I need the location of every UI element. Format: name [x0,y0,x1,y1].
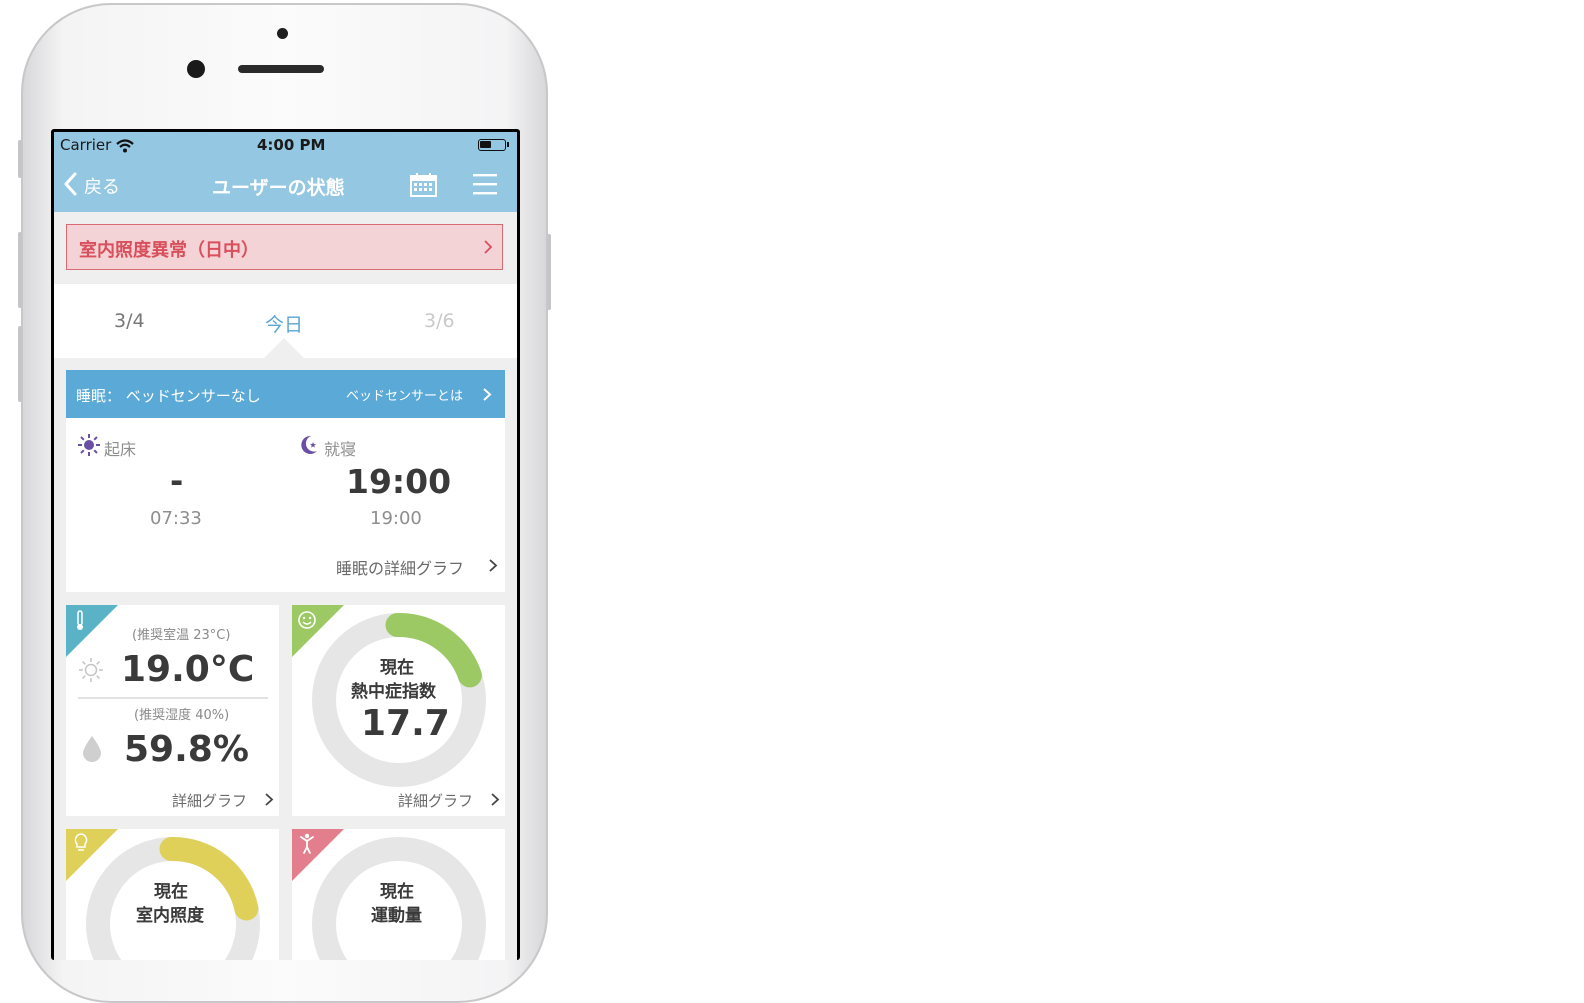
water-drop-icon [83,736,101,762]
top-bar: Carrier 4:00 PM 戻る ユーザーの状態 [54,132,517,212]
back-button[interactable]: 戻る [62,170,126,198]
corner-badge [66,605,118,657]
alert-text: 室内照度異常（日中） [79,240,259,261]
heat-detail-label: 詳細グラフ [398,792,474,810]
page-title: ユーザーの状態 [212,177,345,199]
wake-label: 起床 [104,440,137,459]
alert-banner[interactable]: 室内照度異常（日中） [66,224,503,270]
sun-outline-icon [79,658,103,682]
bed-sensor-info-link[interactable]: ベッドセンサーとは [344,382,494,406]
sleep-header: 睡眠： ベッドセンサーなし ベッドセンサーとは [66,370,505,418]
date-current[interactable]: 今日 [265,310,303,337]
light-line1: 現在 [154,882,188,902]
sleep-detail-link[interactable]: 睡眠の詳細グラフ [334,552,502,578]
mute-switch [18,140,22,178]
bed-value: 19:00 [346,462,452,501]
room-climate-card: (推奨室温 23°C) 19.0°C (推奨湿度 40%) 59.8% 詳細グラ… [66,605,279,816]
chevron-right-icon [483,388,492,401]
chevron-right-icon [491,793,500,806]
wifi-icon [116,139,134,153]
heat-line2: 熱中症指数 [351,682,436,702]
date-prev[interactable]: 3/4 [114,310,145,332]
battery-tip [507,142,509,147]
humidity-recommended-note: (推奨湿度 40%) [134,708,230,723]
volume-down-button [18,326,22,402]
temperature-value: 19.0°C [121,649,255,690]
heat-index-value: 17.7 [361,703,450,744]
earpiece-speaker [238,65,324,73]
activity-line2: 運動量 [371,906,422,926]
app-screen: Carrier 4:00 PM 戻る ユーザーの状態 室内照度異常（日中） 3/… [54,132,517,960]
moon-icon [301,435,317,454]
bed-sensor-info-label: ベッドセンサーとは [346,389,464,404]
calendar-icon[interactable] [410,172,437,197]
battery-icon [478,139,506,151]
current-date-pointer [263,338,305,359]
hamburger-menu-icon[interactable] [472,172,498,196]
temp-recommended-note: (推奨室温 23°C) [132,628,231,643]
clock-label: 4:00 PM [257,136,326,154]
chevron-right-icon [484,240,493,254]
bed-sub-value: 19:00 [370,508,422,529]
heat-detail-link[interactable]: 詳細グラフ [396,787,506,811]
chevron-right-icon [265,793,274,806]
sleep-card: 起床 - 07:33 就寝 19:00 19:00 睡眠の詳細グラフ [66,418,505,592]
bed-label: 就寝 [324,440,357,459]
room-detail-label: 詳細グラフ [172,792,248,810]
chevron-right-icon [489,559,498,572]
activity-line1: 現在 [380,882,414,902]
front-sensor [277,28,288,39]
power-button [547,234,551,310]
front-camera [187,60,205,78]
sleep-detail-label: 睡眠の詳細グラフ [336,559,465,578]
sleep-header-label: 睡眠： ベッドセンサーなし [76,387,261,405]
back-label: 戻る [84,177,120,198]
heat-index-card: 現在 熱中症指数 17.7 詳細グラフ [292,605,505,816]
chevron-left-icon [64,172,77,196]
room-detail-link[interactable]: 詳細グラフ [170,787,280,811]
sun-icon [78,434,100,456]
light-line2: 室内照度 [136,906,204,926]
wake-sub-value: 07:33 [150,508,202,529]
activity-card: 現在 運動量 [292,829,505,960]
date-next[interactable]: 3/6 [424,310,455,332]
divider [78,697,268,699]
illuminance-card: 現在 室内照度 [66,829,279,960]
humidity-value: 59.8% [124,729,249,770]
carrier-label: Carrier [60,136,112,154]
wake-value: - [170,462,184,500]
volume-up-button [18,232,22,308]
heat-line1: 現在 [380,658,414,678]
